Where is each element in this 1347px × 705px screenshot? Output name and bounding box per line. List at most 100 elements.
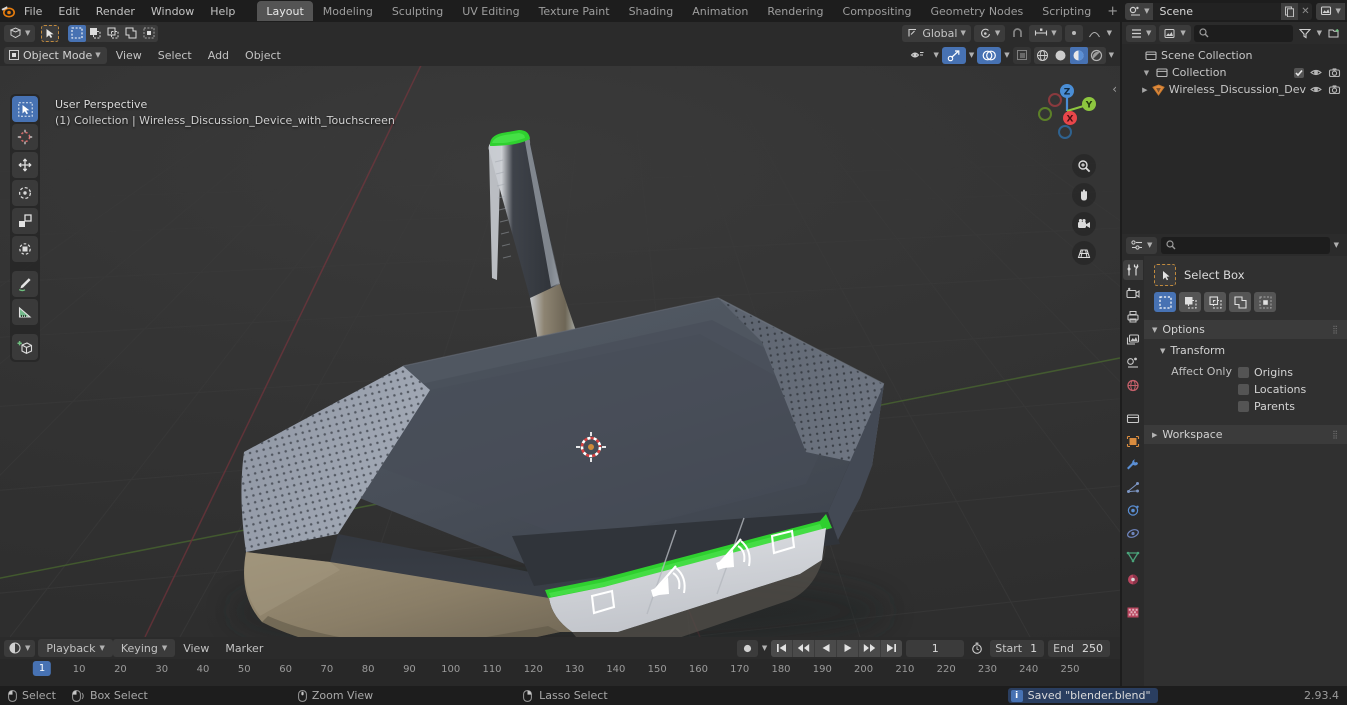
transform-section-header[interactable]: ▼ Transform xyxy=(1144,341,1347,360)
scene-selector[interactable]: ▼ Scene ✕ xyxy=(1125,2,1313,20)
timeline-menu-view[interactable]: View xyxy=(175,639,217,657)
workspace-tab-rendering[interactable]: Rendering xyxy=(758,1,832,21)
new-collection-icon[interactable] xyxy=(1325,25,1343,42)
select-mode-set-button[interactable] xyxy=(1154,292,1176,312)
navigation-gizmo[interactable]: Z Y X xyxy=(1032,76,1102,146)
physics-tab[interactable] xyxy=(1123,500,1143,520)
outliner-disable-in-render-icon[interactable] xyxy=(1328,84,1341,95)
timeline-menu-keying[interactable]: Keying ▼ xyxy=(112,639,176,657)
xray-toggle-icon[interactable] xyxy=(1012,46,1031,64)
view-layer-icon[interactable]: ▼ xyxy=(1316,2,1345,20)
world-tab[interactable] xyxy=(1123,375,1143,395)
viewport-menu-add[interactable]: Add xyxy=(200,46,237,64)
properties-editor-type-icon[interactable]: ▼ xyxy=(1126,236,1158,254)
chevron-down-icon[interactable]: ▼ xyxy=(1004,51,1009,59)
viewport-canvas[interactable]: User Perspective (1) Collection | Wirele… xyxy=(0,66,1120,637)
snap-magnet-icon[interactable] xyxy=(1008,25,1026,42)
workspace-tab-geometry-nodes[interactable]: Geometry Nodes xyxy=(921,1,1032,21)
topbar-menu-edit[interactable]: Edit xyxy=(50,2,87,20)
collection-tab[interactable] xyxy=(1123,408,1143,428)
object-tab[interactable] xyxy=(1123,431,1143,451)
overlays-icon[interactable] xyxy=(977,46,1002,64)
view-layer-tab[interactable] xyxy=(1123,329,1143,349)
affect-only-locations[interactable]: Locations xyxy=(1238,381,1306,398)
play-icon[interactable] xyxy=(837,639,859,657)
pivot-point-selector[interactable]: ▼ xyxy=(973,24,1006,42)
chevron-down-icon[interactable]: ▼ xyxy=(762,644,767,652)
affect-only-parents[interactable]: Parents xyxy=(1238,398,1306,415)
visibility-icon[interactable] xyxy=(905,46,931,64)
outliner-editor-type-icon[interactable]: ▼ xyxy=(1126,24,1157,42)
select-set-icon[interactable] xyxy=(68,24,87,42)
move-tool[interactable] xyxy=(12,152,38,178)
sidebar-collapse-icon[interactable]: ‹ xyxy=(1112,82,1117,96)
jump-end-icon[interactable] xyxy=(881,639,903,657)
auto-keying-record-icon[interactable] xyxy=(736,639,758,657)
outliner-row-2[interactable]: ▶ Wireless_Discussion_Dev xyxy=(1122,81,1347,98)
output-tab[interactable] xyxy=(1123,306,1143,326)
view-layer-selector[interactable]: ▼ View Layer ✕ xyxy=(1316,2,1347,20)
timeline-ruler[interactable]: 1 10 20 30 40 50 60 70 80 90 100 110 120 130 140 150 16… xyxy=(0,659,1120,686)
tool-tab[interactable] xyxy=(1123,260,1143,280)
object-mode-selector[interactable]: Object Mode ▼ xyxy=(4,46,107,64)
topbar-menu-file[interactable]: File xyxy=(16,2,50,20)
annotate-tool[interactable] xyxy=(12,271,38,297)
rotate-tool[interactable] xyxy=(12,180,38,206)
pan-hand-icon[interactable] xyxy=(1072,183,1096,207)
select-mode-extend-button[interactable] xyxy=(1179,292,1201,312)
proportional-edit-icon[interactable] xyxy=(1064,24,1083,42)
chevron-right-icon[interactable]: ▶ xyxy=(1142,86,1148,94)
timeline-editor-type-icon[interactable]: ▼ xyxy=(4,639,36,657)
constraints-tab[interactable] xyxy=(1123,523,1143,543)
current-frame-field[interactable]: 1 xyxy=(906,639,965,657)
workspace-tab-modeling[interactable]: Modeling xyxy=(314,1,382,21)
select-invert-icon[interactable] xyxy=(122,24,141,42)
frame-start-field[interactable]: Start 1 xyxy=(990,639,1045,657)
cursor-tool[interactable] xyxy=(12,124,38,150)
scene-tab[interactable] xyxy=(1123,352,1143,372)
topbar-menu-window[interactable]: Window xyxy=(143,2,202,20)
gizmo-icon[interactable] xyxy=(941,46,966,64)
add-workspace-button[interactable]: + xyxy=(1100,1,1125,22)
cursor-tool-indicator-icon[interactable] xyxy=(41,24,60,42)
chevron-down-icon[interactable]: ▼ xyxy=(1334,241,1343,249)
outliner-disable-in-render-icon[interactable] xyxy=(1328,67,1341,78)
zoom-icon[interactable] xyxy=(1072,154,1096,178)
outliner-hide-in-viewport-icon[interactable] xyxy=(1310,84,1322,95)
timeline-menu-playback[interactable]: Playback ▼ xyxy=(38,639,113,657)
select-mode-subtract-button[interactable] xyxy=(1204,292,1226,312)
editor-type-icon[interactable]: ▼ xyxy=(4,24,36,42)
workspace-tab-animation[interactable]: Animation xyxy=(683,1,757,21)
outliner-row-1[interactable]: ▼ Collection xyxy=(1122,64,1347,81)
new-scene-icon[interactable] xyxy=(1281,2,1299,20)
modifier-tab[interactable] xyxy=(1123,454,1143,474)
checkbox-icon[interactable] xyxy=(1238,367,1249,378)
frame-end-field[interactable]: End 250 xyxy=(1048,639,1110,657)
shading-wireframe-icon[interactable] xyxy=(1033,46,1052,64)
wireless-discussion-device-model[interactable] xyxy=(0,66,1120,637)
outliner-search-input[interactable] xyxy=(1193,24,1293,42)
workspace-tab-layout[interactable]: Layout xyxy=(257,1,313,21)
snap-target-selector[interactable]: ▼ xyxy=(1029,24,1062,42)
filter-icon[interactable] xyxy=(1296,25,1314,42)
select-mode-intersect-button[interactable] xyxy=(1254,292,1276,312)
select-subtract-icon[interactable] xyxy=(104,24,123,42)
stopwatch-icon[interactable] xyxy=(968,640,986,657)
measure-tool[interactable] xyxy=(12,299,38,325)
tweak-select-box-tool[interactable] xyxy=(12,96,38,122)
unlink-scene-icon[interactable]: ✕ xyxy=(1298,3,1312,20)
scale-tool[interactable] xyxy=(12,208,38,234)
workspace-tab-compositing[interactable]: Compositing xyxy=(834,1,921,21)
next-keyframe-icon[interactable] xyxy=(859,639,881,657)
select-mode-invert-button[interactable] xyxy=(1229,292,1251,312)
camera-icon[interactable] xyxy=(1072,212,1096,236)
viewport-menu-select[interactable]: Select xyxy=(150,46,200,64)
jump-start-icon[interactable] xyxy=(771,639,793,657)
workspace-tab-shading[interactable]: Shading xyxy=(620,1,683,21)
texture-tab[interactable] xyxy=(1123,602,1143,622)
topbar-menu-help[interactable]: Help xyxy=(202,2,243,20)
select-box-icon[interactable] xyxy=(1154,264,1176,286)
chevron-down-icon[interactable]: ▼ xyxy=(1141,69,1152,77)
render-tab[interactable] xyxy=(1123,283,1143,303)
outliner-hide-in-viewport-icon[interactable] xyxy=(1310,67,1322,78)
